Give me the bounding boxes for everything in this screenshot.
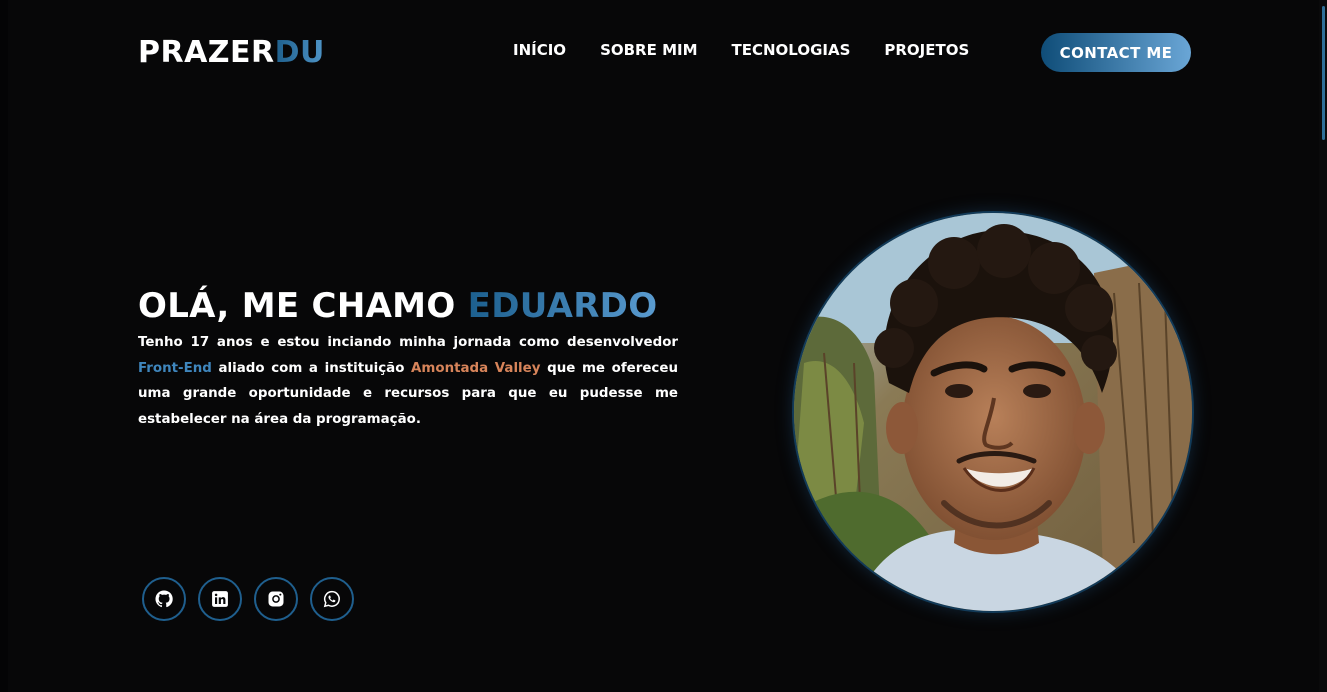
nav-item-tecnologias[interactable]: TECNOLOGIAS bbox=[732, 40, 851, 60]
portfolio-page: PRAZERDU INÍCIO SOBRE MIM TECNOLOGIAS PR… bbox=[0, 0, 1327, 692]
whatsapp-icon bbox=[323, 590, 340, 608]
instagram-icon bbox=[268, 591, 284, 607]
linkedin-button[interactable] bbox=[198, 577, 242, 621]
hero-title-name: EDUARDO bbox=[467, 286, 658, 326]
main-nav: INÍCIO SOBRE MIM TECNOLOGIAS PROJETOS bbox=[513, 40, 969, 60]
instagram-button[interactable] bbox=[254, 577, 298, 621]
bio-text-2: aliado com a instituição bbox=[211, 360, 412, 376]
left-edge bbox=[0, 0, 8, 692]
nav-item-sobre-mim[interactable]: SOBRE MIM bbox=[600, 40, 697, 60]
scrollbar[interactable] bbox=[1319, 0, 1327, 692]
bio-highlight-amontada-valley: Amontada Valley bbox=[411, 360, 541, 376]
logo-part-2: DU bbox=[274, 35, 325, 70]
logo-part-1: PRAZER bbox=[138, 35, 275, 70]
profile-photo bbox=[794, 213, 1192, 611]
logo[interactable]: PRAZERDU bbox=[138, 36, 325, 70]
social-links bbox=[142, 577, 354, 621]
linkedin-icon bbox=[212, 591, 228, 607]
profile-photo-illustration bbox=[794, 213, 1192, 611]
hero-title: OLÁ, ME CHAMO EDUARDO bbox=[138, 286, 657, 326]
scrollbar-thumb[interactable] bbox=[1322, 6, 1325, 140]
hero-title-prefix: OLÁ, ME CHAMO bbox=[138, 286, 468, 326]
github-button[interactable] bbox=[142, 577, 186, 621]
github-icon bbox=[155, 590, 173, 608]
bio-highlight-front-end: Front-End bbox=[138, 360, 212, 376]
nav-item-projetos[interactable]: PROJETOS bbox=[884, 40, 969, 60]
whatsapp-button[interactable] bbox=[310, 577, 354, 621]
bio-text-1: Tenho 17 anos e estou inciando minha jor… bbox=[138, 335, 678, 350]
contact-me-button[interactable]: CONTACT ME bbox=[1041, 33, 1191, 72]
nav-item-inicio[interactable]: INÍCIO bbox=[513, 40, 566, 60]
hero-bio: Tenho 17 anos e estou inciando minha jor… bbox=[138, 330, 678, 432]
